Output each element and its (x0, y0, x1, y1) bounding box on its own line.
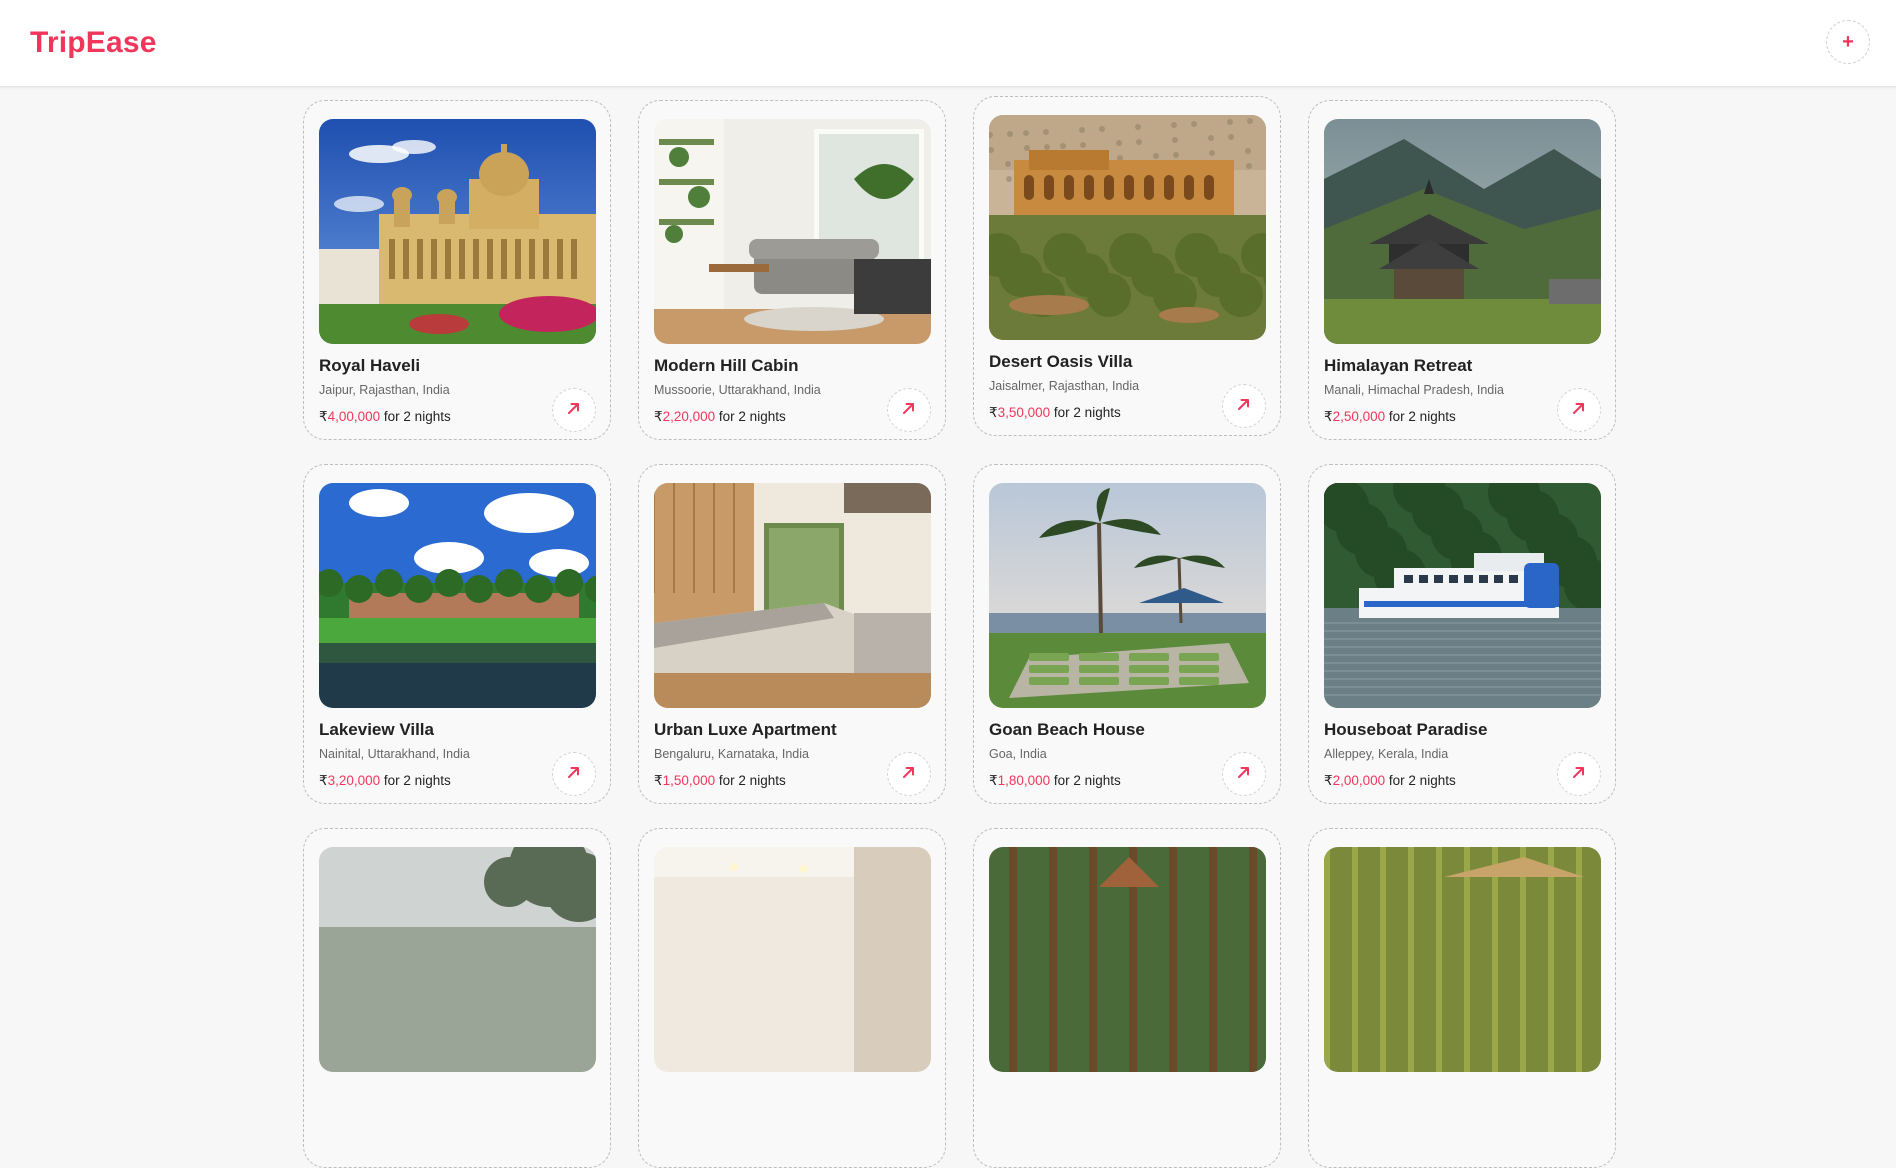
price-amount: 1,50,000 (662, 773, 716, 788)
price-suffix: for 2 nights (1388, 409, 1456, 424)
open-listing-button[interactable] (887, 752, 931, 796)
listing-image[interactable] (319, 119, 596, 344)
listing-title: Himalayan Retreat (1324, 356, 1473, 375)
listing-title: Urban Luxe Apartment (654, 720, 837, 739)
listing-location: Mussoorie, Uttarakhand, India (654, 383, 821, 397)
listing-price: ₹2,00,000 for 2 nights (1324, 773, 1456, 789)
listing-location: Manali, Himachal Pradesh, India (1324, 383, 1504, 397)
currency-symbol: ₹ (1324, 773, 1333, 788)
top-navigation-bar: TripEase + (0, 0, 1896, 87)
open-listing-button[interactable] (1222, 384, 1266, 428)
listing-price: ₹2,20,000 for 2 nights (654, 409, 786, 425)
listing-price: ₹1,50,000 for 2 nights (654, 773, 786, 789)
arrow-up-right-icon (901, 400, 917, 421)
listing-card[interactable]: Lakeview Villa Nainital, Uttarakhand, Ind… (303, 464, 611, 804)
currency-symbol: ₹ (989, 405, 998, 420)
listing-location: Jaisalmer, Rajasthan, India (989, 379, 1140, 393)
price-amount: 3,20,000 (327, 773, 381, 788)
open-listing-button[interactable] (552, 388, 596, 432)
price-suffix: for 2 nights (1053, 405, 1121, 420)
listing-location: Goa, India (989, 747, 1047, 761)
listing-title: Modern Hill Cabin (654, 356, 799, 375)
listing-location: Jaipur, Rajasthan, India (319, 383, 450, 397)
listing-card[interactable]: Urban Luxe Apartment Bengaluru, Karnataka… (638, 464, 946, 804)
listing-card[interactable] (973, 828, 1281, 1168)
price-amount: 2,20,000 (662, 409, 716, 424)
arrow-up-right-icon (1236, 396, 1252, 417)
add-listing-button[interactable]: + (1826, 20, 1870, 64)
listing-image[interactable] (989, 847, 1266, 1072)
listing-title: Houseboat Paradise (1324, 720, 1488, 739)
open-listing-button[interactable] (1557, 752, 1601, 796)
price-amount: 2,50,000 (1332, 409, 1386, 424)
open-listing-button[interactable] (1222, 752, 1266, 796)
arrow-up-right-icon (566, 764, 582, 785)
arrow-up-right-icon (1236, 764, 1252, 785)
brand-logo[interactable]: TripEase (30, 26, 157, 60)
arrow-up-right-icon (566, 400, 582, 421)
listing-image[interactable] (654, 847, 931, 1072)
currency-symbol: ₹ (319, 409, 328, 424)
price-suffix: for 2 nights (383, 773, 451, 788)
listing-location: Alleppey, Kerala, India (1324, 747, 1449, 761)
currency-symbol: ₹ (654, 409, 663, 424)
listing-image[interactable] (319, 847, 596, 1072)
listing-card[interactable] (1308, 828, 1616, 1168)
listing-image[interactable] (654, 119, 931, 344)
arrow-up-right-icon (901, 764, 917, 785)
price-suffix: for 2 nights (1053, 773, 1121, 788)
listing-image[interactable] (654, 483, 931, 708)
open-listing-button[interactable] (1557, 388, 1601, 432)
price-suffix: for 2 nights (718, 409, 786, 424)
price-suffix: for 2 nights (1388, 773, 1456, 788)
listing-price: ₹3,20,000 for 2 nights (319, 773, 451, 789)
price-amount: 2,00,000 (1332, 773, 1386, 788)
listing-title: Royal Haveli (319, 356, 421, 375)
currency-symbol: ₹ (319, 773, 328, 788)
open-listing-button[interactable] (887, 388, 931, 432)
listing-card[interactable]: Modern Hill Cabin Mussoorie, Uttarakhand,… (638, 100, 946, 440)
listing-price: ₹1,80,000 for 2 nights (989, 773, 1121, 789)
listing-image[interactable] (1324, 483, 1601, 708)
currency-symbol: ₹ (654, 773, 663, 788)
listing-price: ₹2,50,000 for 2 nights (1324, 409, 1456, 425)
listing-card[interactable]: Houseboat Paradise Alleppey, Kerala, Indi… (1308, 464, 1616, 804)
listing-title: Desert Oasis Villa (989, 352, 1133, 371)
price-amount: 3,50,000 (997, 405, 1051, 420)
listing-image[interactable] (319, 483, 596, 708)
listing-price: ₹4,00,000 for 2 nights (319, 409, 451, 425)
arrow-up-right-icon (1571, 764, 1587, 785)
listing-image[interactable] (989, 115, 1266, 340)
listing-card[interactable] (303, 828, 611, 1168)
listing-card[interactable]: Royal Haveli Jaipur, Rajasthan, India ₹4,0… (303, 100, 611, 440)
listing-location: Nainital, Uttarakhand, India (319, 747, 470, 761)
plus-icon: + (1842, 30, 1854, 53)
listing-image[interactable] (1324, 847, 1601, 1072)
listing-card[interactable]: Desert Oasis Villa Jaisalmer, Rajasthan, … (973, 96, 1281, 436)
price-amount: 4,00,000 (327, 409, 381, 424)
listing-location: Bengaluru, Karnataka, India (654, 747, 809, 761)
listing-title: Lakeview Villa (319, 720, 434, 739)
currency-symbol: ₹ (1324, 409, 1333, 424)
arrow-up-right-icon (1571, 400, 1587, 421)
listing-price: ₹3,50,000 for 2 nights (989, 405, 1121, 421)
price-suffix: for 2 nights (718, 773, 786, 788)
listing-card[interactable] (638, 828, 946, 1168)
price-amount: 1,80,000 (997, 773, 1051, 788)
listing-image[interactable] (1324, 119, 1601, 344)
listing-card[interactable]: Goan Beach House Goa, India ₹1,80,000 for … (973, 464, 1281, 804)
open-listing-button[interactable] (552, 752, 596, 796)
currency-symbol: ₹ (989, 773, 998, 788)
listing-image[interactable] (989, 483, 1266, 708)
price-suffix: for 2 nights (383, 409, 451, 424)
listing-title: Goan Beach House (989, 720, 1145, 739)
listing-card[interactable]: Himalayan Retreat Manali, Himachal Prades… (1308, 100, 1616, 440)
